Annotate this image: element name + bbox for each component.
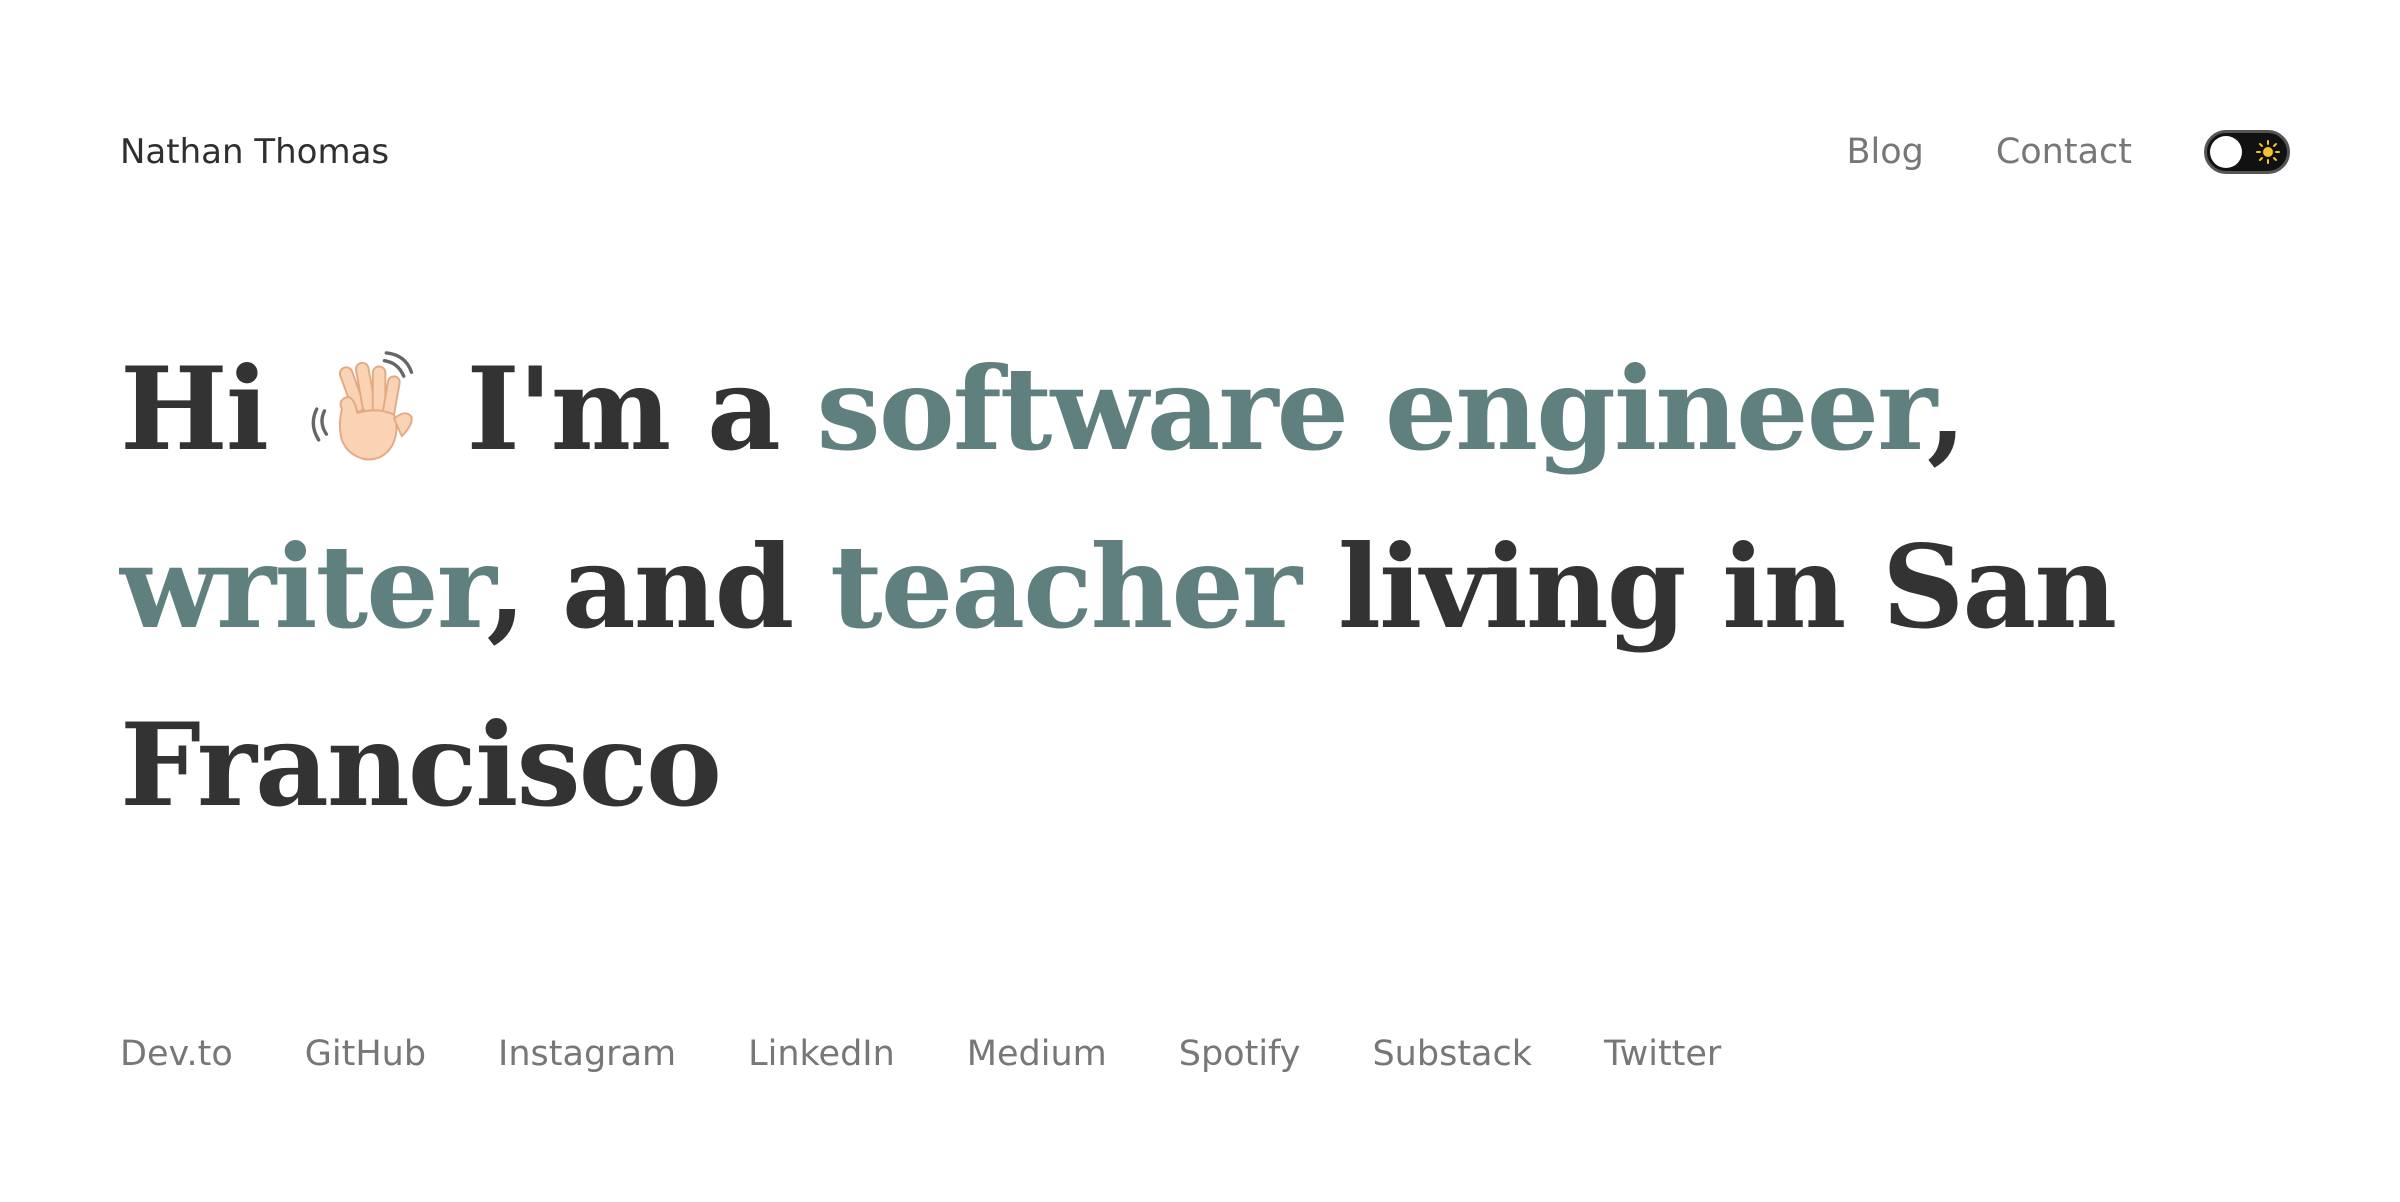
nav-link-blog[interactable]: Blog [1846,128,1923,176]
social-link-devto[interactable]: Dev.to [120,1030,233,1078]
hero-greeting: Hi [120,342,269,476]
theme-toggle[interactable] [2204,130,2290,174]
site-name-link[interactable]: Nathan Thomas [120,128,389,176]
social-link-medium[interactable]: Medium [967,1030,1107,1078]
social-link-substack[interactable]: Substack [1372,1030,1532,1078]
hero-intro: I'm a [466,342,780,476]
toggle-knob [2210,136,2242,168]
hero-separator: , [486,520,526,654]
social-link-instagram[interactable]: Instagram [498,1030,676,1078]
sun-icon [2256,140,2280,164]
social-link-twitter[interactable]: Twitter [1604,1030,1721,1078]
hero-role-software-engineer: software engineer [816,342,1929,476]
waving-hand-icon [311,351,413,461]
top-nav: Blog Contact [1846,126,2290,178]
nav-link-contact[interactable]: Contact [1996,128,2132,176]
social-link-linkedin[interactable]: LinkedIn [748,1030,895,1078]
social-links: Dev.to GitHub Instagram LinkedIn Medium … [120,1030,1721,1078]
social-link-github[interactable]: GitHub [305,1030,426,1078]
hero-role-writer: writer [120,520,488,654]
hero-role-teacher: teacher [830,520,1302,654]
social-link-spotify[interactable]: Spotify [1179,1030,1301,1078]
hero-separator: , [1926,342,1967,476]
hero-heading: Hi I'm a software engineer, writer, and … [120,320,2320,854]
hero-and: and [561,520,794,654]
